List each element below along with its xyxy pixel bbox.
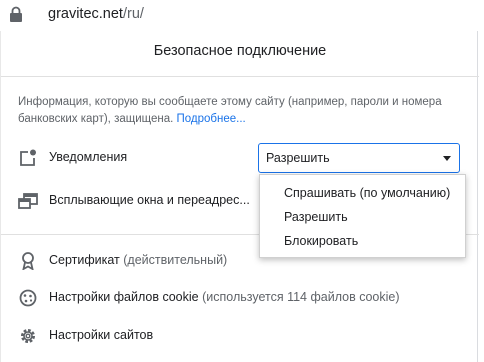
dropdown-option-allow[interactable]: Разрешить bbox=[284, 210, 348, 224]
chevron-down-icon bbox=[443, 156, 451, 161]
url-text[interactable]: gravitec.net/ru/ bbox=[48, 6, 144, 22]
certificate-icon bbox=[22, 252, 34, 270]
more-info-link[interactable]: Подробнее... bbox=[176, 113, 245, 125]
url-host: gravitec.net bbox=[48, 6, 123, 22]
cookies-count: (используется 114 файлов cookie) bbox=[202, 290, 400, 304]
notifications-label: Уведомления bbox=[49, 150, 128, 164]
notifications-selected-value: Разрешить bbox=[266, 151, 330, 165]
security-info-text: Информация, которую вы сообщаете этому с… bbox=[18, 94, 468, 128]
address-bar[interactable]: gravitec.net/ru/ bbox=[0, 0, 484, 31]
lock-icon[interactable] bbox=[9, 6, 23, 22]
cookies-row[interactable]: Настройки файлов cookie (используется 11… bbox=[1, 283, 479, 313]
notifications-dropdown-list: Спрашивать (по умолчанию) Разрешить Блок… bbox=[259, 174, 466, 258]
popup-window-icon bbox=[18, 193, 38, 209]
cookie-icon bbox=[19, 289, 37, 307]
dropdown-option-ask[interactable]: Спрашивать (по умолчанию) bbox=[284, 186, 450, 200]
site-info-popup: Безопасное подключение Информация, котор… bbox=[0, 31, 479, 362]
popup-title: Безопасное подключение bbox=[153, 43, 327, 59]
popups-label: Всплывающие окна и переадрес... bbox=[49, 193, 250, 207]
site-settings-label: Настройки сайтов bbox=[49, 328, 154, 342]
cookies-label: Настройки файлов cookie (используется 11… bbox=[49, 290, 400, 304]
url-path: /ru/ bbox=[122, 6, 144, 22]
certificate-label: Сертификат (действительный) bbox=[49, 253, 227, 267]
divider bbox=[1, 76, 479, 77]
notifications-select[interactable]: Разрешить bbox=[258, 143, 460, 173]
notification-icon bbox=[20, 149, 36, 166]
cookies-title: Настройки файлов cookie bbox=[49, 290, 199, 304]
gear-icon bbox=[21, 329, 35, 343]
site-settings-row[interactable]: Настройки сайтов bbox=[1, 321, 479, 351]
dropdown-option-block[interactable]: Блокировать bbox=[284, 234, 358, 248]
certificate-title: Сертификат bbox=[49, 253, 120, 267]
certificate-status: (действительный) bbox=[123, 253, 228, 267]
